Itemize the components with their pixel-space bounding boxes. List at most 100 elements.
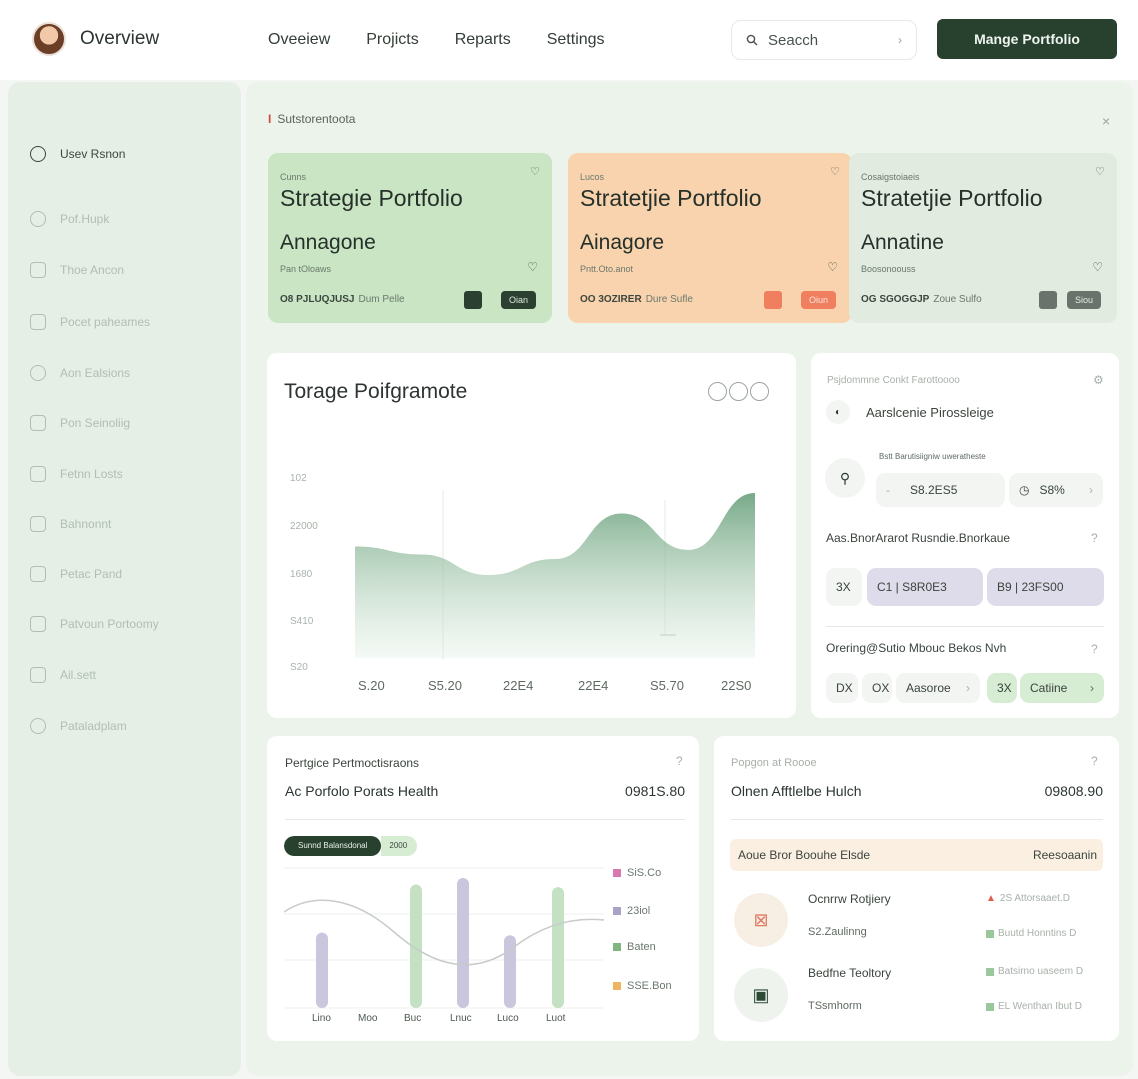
close-icon[interactable]: × (1102, 113, 1110, 129)
sidebar-item-7[interactable]: Bahnonnt (30, 516, 111, 532)
favorite-icon[interactable]: ♡ (527, 260, 538, 274)
pin-icon[interactable]: ♡ (530, 165, 540, 178)
nav-settings[interactable]: Settings (547, 31, 605, 49)
help-icon[interactable]: ? (676, 754, 683, 768)
sidebar-item-1[interactable]: Pof.Hupk (30, 211, 109, 227)
percent-chip[interactable]: ◷ S8% › (1009, 473, 1103, 507)
performance-row: Ac Porfolo Porats Health 0981S.80 (285, 783, 685, 799)
chip-e[interactable]: Aasoroe › (896, 673, 980, 703)
sidebar-item-9[interactable]: Patvoun Portoomy (30, 616, 159, 632)
nav-overview[interactable]: Oveeiew (268, 31, 330, 49)
sidebar-item-label: Pocet paheames (60, 315, 151, 329)
top-nav: Oveeiew Projicts Reparts Settings (268, 31, 605, 49)
card-tag: Cunns (280, 172, 307, 182)
pin-icon[interactable]: ♡ (1095, 165, 1105, 178)
sidebar-item-6[interactable]: Fetnn Losts (30, 466, 123, 482)
card-value: O8 PJLUQJUSJ (280, 294, 355, 305)
circle-icon (30, 718, 46, 734)
info-icon[interactable] (750, 382, 769, 401)
metric-chip[interactable]: - S8.2ES5 (876, 473, 1005, 507)
favorite-icon[interactable]: ♡ (827, 260, 838, 274)
banner-action[interactable]: Reesoaanin (1033, 848, 1097, 862)
chip-d[interactable]: OX (862, 673, 892, 703)
x-tick-label: 22E4 (503, 678, 534, 693)
brand: Overview (32, 22, 159, 56)
area-series (355, 492, 755, 658)
help-icon[interactable]: ? (1091, 754, 1098, 768)
card-action-button[interactable]: Oiun (800, 291, 836, 309)
portfolio-card[interactable]: Cunns ♡ Strategie Portfolio Annagone Pan… (268, 153, 552, 323)
x-tick-label: 22E4 (578, 678, 609, 693)
help-icon[interactable]: ? (1091, 531, 1098, 545)
card-action-button[interactable]: Siou (1066, 291, 1101, 309)
risk-banner[interactable]: Aoue Bror Boouhe Elsde Reesoaanin (730, 839, 1103, 871)
card-footer: OG SGOGGJP Zoue Sulfo (861, 294, 982, 305)
sidebar-item-8[interactable]: Petac Pand (30, 566, 122, 582)
section-title: Sutstorentoota (277, 112, 356, 126)
help-icon[interactable]: ? (1091, 642, 1098, 656)
card-value-label: Dure Sufle (645, 294, 693, 305)
bookmark-icon (30, 466, 46, 482)
nav-reports[interactable]: Reparts (455, 31, 511, 49)
card-action-button[interactable]: Oian (500, 291, 536, 309)
card-footer: OO 3OZIRER Dure Sufle (580, 294, 693, 305)
allocation-chip-a[interactable]: C1 | S8R0E3 (867, 568, 983, 606)
legend-swatch (613, 907, 621, 915)
legend-item: Baten (613, 941, 656, 953)
arrow-left-icon: - (886, 483, 890, 497)
sidebar-item-5[interactable]: Pon Seinoliig (30, 415, 130, 431)
sidebar-item-10[interactable]: Ail.sett (30, 667, 96, 683)
nav-projects[interactable]: Projicts (366, 31, 418, 49)
risk-row: Olnen Afftlelbe Hulch 09808.90 (731, 783, 1103, 799)
page-title: Overview (80, 28, 160, 49)
sidebar-item-2[interactable]: Thoe Ancon (30, 262, 124, 278)
risk-item-sub: TSsmhorm (808, 1000, 862, 1012)
chevron-right-icon: › (966, 681, 970, 695)
card-caption: Pan tOloaws (280, 264, 332, 274)
risk-item-status: Batsirno uaseem D (986, 966, 1083, 977)
chip-c[interactable]: DX (826, 673, 858, 703)
search-placeholder: Seacch (768, 31, 819, 49)
ordering-title: Orering@Sutio Mbouc Bekos Nvh (826, 641, 1007, 655)
bar-x-label: Luco (497, 1013, 519, 1024)
x-tick-label: S5.70 (650, 678, 684, 693)
risk-status-label: EL Wenthan Ibut D (998, 1001, 1082, 1012)
legend-swatch (613, 943, 621, 951)
chevron-right-icon: › (898, 33, 902, 47)
chip-left[interactable]: 3X (826, 568, 862, 606)
summary-title: Psjdommne Conkt Farottoooo (827, 375, 960, 386)
allocation-title: Aas.BnorArarot Rusndie.Bnorkaue (826, 531, 1011, 545)
sidebar-item-3[interactable]: Pocet paheames (30, 314, 150, 330)
sidebar-item-11[interactable]: Pataladplam (30, 718, 127, 734)
legend-item: SSE.Bon (613, 980, 672, 992)
manage-portfolio-button[interactable]: Mange Portfolio (937, 19, 1117, 59)
portfolio-card[interactable]: Lucos ♡ Stratetjie Portfolio Ainagore Pn… (568, 153, 852, 323)
chip-f[interactable]: 3X (987, 673, 1017, 703)
sidebar-item-label: Thoe Ancon (60, 263, 125, 277)
risk-status-label: Buutd Honntins D (998, 928, 1077, 939)
pin-icon[interactable]: ♡ (830, 165, 840, 178)
monitor-icon (30, 667, 46, 683)
favorite-icon[interactable]: ♡ (1092, 260, 1103, 274)
chip-g[interactable]: Catiine › (1020, 673, 1104, 703)
target-icon[interactable] (708, 382, 727, 401)
clock-icon[interactable] (729, 382, 748, 401)
sidebar-item-4[interactable]: Aon Ealsions (30, 365, 130, 381)
toggle-off[interactable]: 2000 (381, 836, 418, 856)
flag-icon: I (268, 112, 272, 126)
toggle-on[interactable]: Sunnd Balansdonal (284, 836, 382, 856)
search-input[interactable]: Seacch › (731, 20, 917, 60)
area-chart (355, 490, 755, 660)
sidebar-item-0[interactable]: Usev Rsnon (30, 146, 125, 162)
chevron-right-icon: › (1090, 681, 1094, 695)
banner-label: Aoue Bror Boouhe Elsde (738, 848, 871, 862)
card-tag: Cosaigstoiaeis (861, 172, 920, 182)
allocation-chip-b[interactable]: B9 | 23FS00 (987, 568, 1104, 606)
risk-item-status: EL Wenthan Ibut D (986, 1001, 1082, 1012)
avatar[interactable] (32, 22, 66, 56)
portfolio-card[interactable]: Cosaigstoiaeis ♡ Stratetjie Portfolio An… (849, 153, 1117, 323)
y-tick-label: 1680 (290, 569, 313, 580)
series-toggle[interactable]: Sunnd Balansdonal 2000 (284, 836, 418, 856)
settings-icon[interactable]: ⚙ (1093, 373, 1104, 387)
risk-item-status: Buutd Honntins D (986, 928, 1076, 939)
